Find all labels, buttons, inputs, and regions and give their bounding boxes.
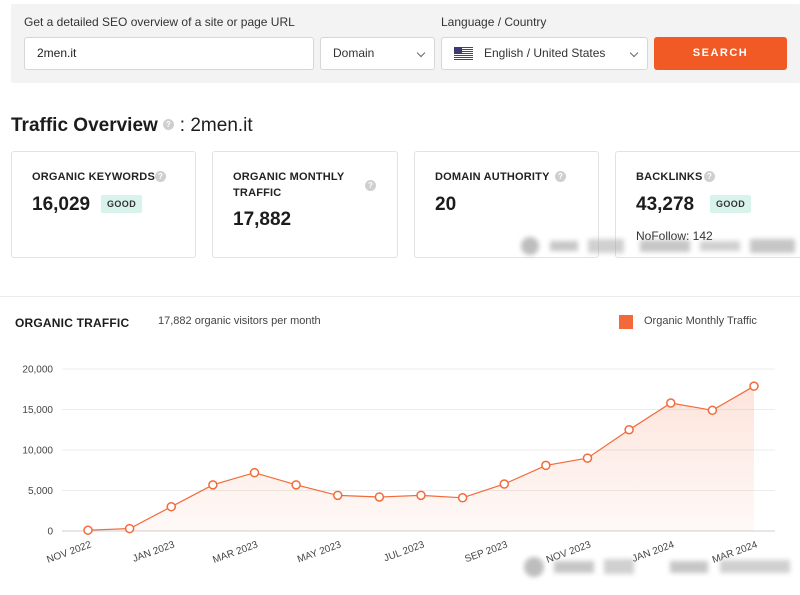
help-icon[interactable]: ? (365, 180, 376, 191)
metric-card-organic-keywords: ORGANIC KEYWORDS ? 16,029 GOOD (11, 151, 196, 258)
x-tick-label: MAR 2023 (211, 539, 260, 566)
organic-traffic-panel: ORGANIC TRAFFIC 17,882 organic visitors … (0, 296, 800, 594)
metric-name: ORGANIC MONTHLY TRAFFIC (233, 169, 344, 201)
language-select-value: English / United States (484, 46, 606, 60)
data-point[interactable] (166, 501, 176, 512)
metric-value: 43,278 (636, 194, 695, 215)
us-flag-icon (454, 47, 473, 60)
data-point[interactable] (124, 523, 135, 534)
data-point[interactable] (624, 425, 634, 435)
watermark (510, 233, 800, 259)
data-point[interactable] (499, 479, 509, 489)
data-point[interactable] (582, 453, 593, 463)
metric-name: DOMAIN AUTHORITY (435, 171, 550, 183)
data-point[interactable] (333, 490, 343, 501)
y-tick-label: 15,000 (22, 405, 53, 416)
scope-select-value: Domain (333, 46, 375, 60)
data-point[interactable] (707, 405, 718, 416)
scope-select[interactable]: Domain (320, 37, 435, 70)
x-tick-label: NOV 2022 (45, 539, 93, 565)
metric-name: BACKLINKS (636, 171, 703, 183)
help-icon[interactable]: ? (162, 119, 174, 131)
help-icon[interactable]: ? (155, 171, 166, 182)
y-tick-label: 10,000 (22, 446, 53, 457)
url-input[interactable]: 2men.it (24, 37, 314, 70)
chevron-down-icon (416, 48, 426, 58)
y-tick-label: 5,000 (28, 486, 53, 497)
x-tick-label: SEP 2023 (463, 539, 509, 565)
metric-card-organic-traffic: ORGANIC MONTHLY TRAFFIC ? 17,882 (212, 151, 398, 258)
data-point[interactable] (83, 525, 93, 535)
data-point[interactable] (666, 398, 676, 408)
search-panel: Get a detailed SEO overview of a site or… (11, 4, 800, 83)
x-tick-label: JUL 2023 (382, 539, 426, 564)
data-point[interactable] (208, 480, 218, 490)
status-badge: GOOD (710, 195, 752, 213)
language-select[interactable]: English / United States (441, 37, 648, 70)
status-badge: GOOD (101, 195, 143, 213)
y-axis-ticks: 0 5,000 10,000 15,000 20,000 (22, 365, 53, 538)
url-label: Get a detailed SEO overview of a site or… (24, 15, 295, 29)
data-point[interactable] (291, 480, 301, 490)
language-label: Language / Country (441, 15, 547, 29)
watermark (520, 553, 800, 581)
area-fill (88, 386, 754, 531)
metric-name-line: TRAFFIC (233, 187, 282, 199)
help-icon[interactable]: ? (555, 171, 566, 182)
page-title-text: Traffic Overview (11, 115, 158, 136)
search-button[interactable]: SEARCH (654, 37, 787, 70)
x-tick-label: JAN 2023 (131, 539, 176, 565)
data-point[interactable] (749, 381, 759, 391)
y-tick-label: 0 (47, 527, 53, 538)
x-tick-label: MAY 2023 (296, 539, 343, 565)
data-point[interactable] (374, 492, 385, 502)
data-point[interactable] (416, 490, 426, 501)
data-point[interactable] (249, 467, 260, 478)
page-title-domain: : 2men.it (179, 115, 253, 136)
help-icon[interactable]: ? (704, 171, 715, 182)
metric-value: 20 (435, 194, 457, 215)
organic-traffic-chart: 0 5,000 10,000 15,000 20,000 NOV 2022 JAN 202… (22, 365, 775, 566)
y-tick-label: 20,000 (22, 365, 53, 376)
data-point[interactable] (541, 460, 551, 471)
metric-value: 17,882 (233, 209, 292, 230)
chevron-down-icon (629, 48, 639, 58)
metric-name: ORGANIC KEYWORDS (32, 171, 155, 183)
metric-name-line: ORGANIC MONTHLY (233, 171, 345, 183)
metric-value: 16,029 (32, 194, 91, 215)
data-point[interactable] (457, 493, 468, 503)
page-title: Traffic Overview? : 2men.it (11, 115, 253, 137)
